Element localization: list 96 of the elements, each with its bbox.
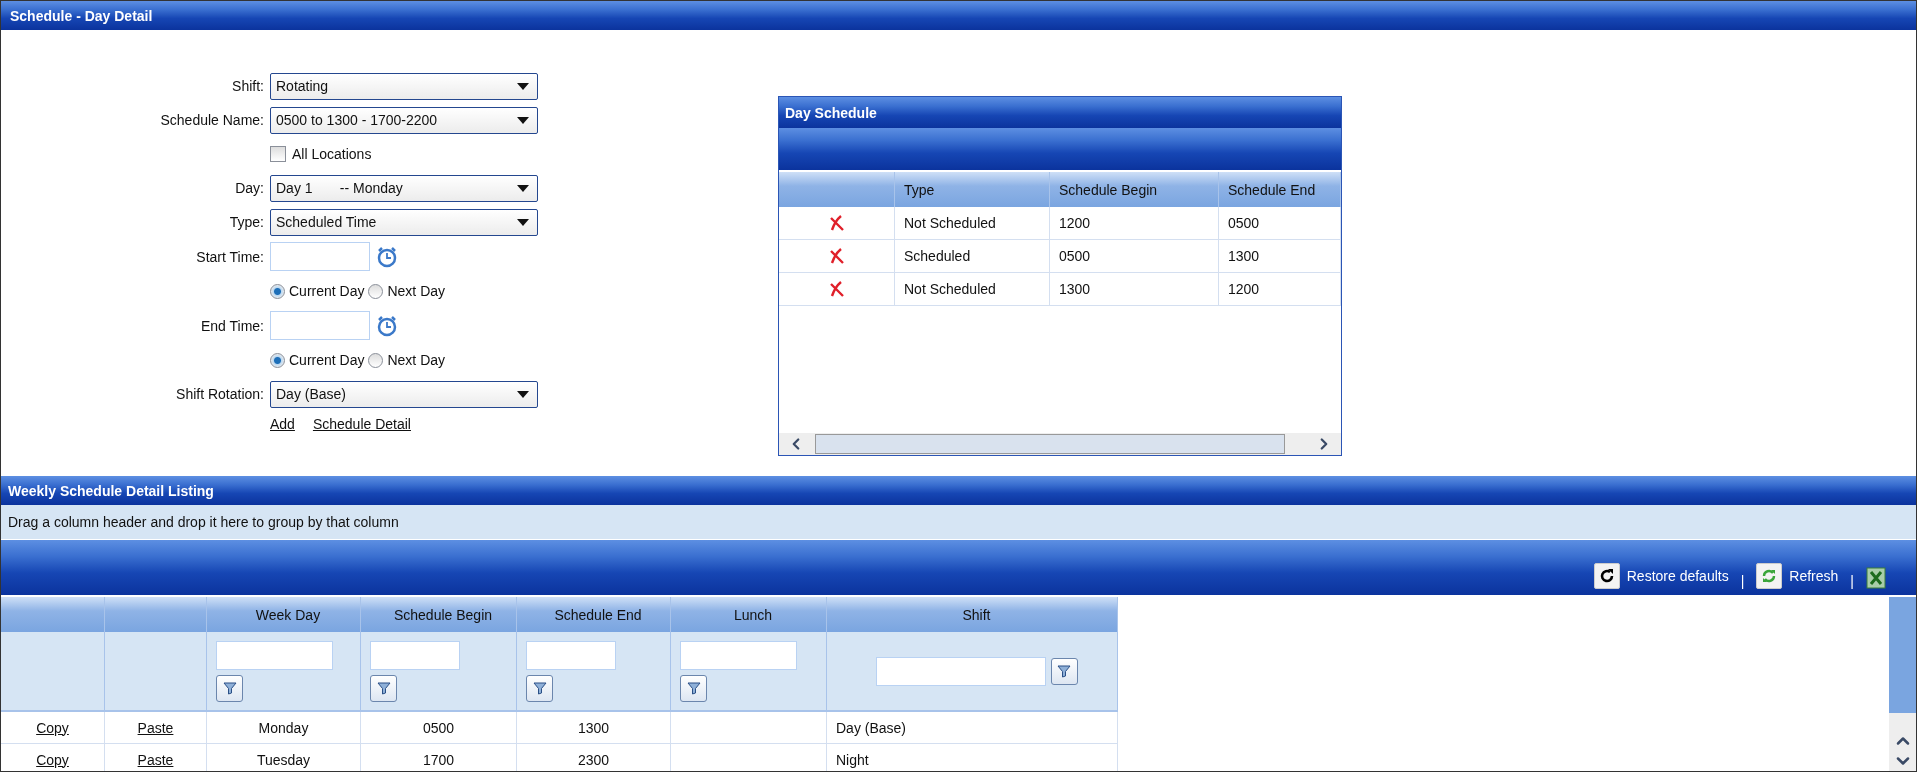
filter-icon [222,681,237,695]
radio-button[interactable] [270,352,285,368]
table-cell: 1300 [517,712,671,744]
field-label: Type: [228,214,264,230]
radio-button[interactable] [368,352,384,368]
table-cell: Day (Base) [827,712,1118,744]
filter-input[interactable] [875,656,1046,686]
filter-input[interactable] [216,640,333,670]
table-cell: Tuesday [207,744,361,771]
caret-icon [517,82,529,90]
alarm-clock-icon[interactable] [376,244,398,269]
table-cell: Not Scheduled [895,207,1050,240]
copy-link[interactable]: Copy [36,719,69,736]
filter-input[interactable] [370,640,460,670]
link[interactable]: Add [270,416,295,432]
delete-button[interactable] [828,281,845,297]
column-header[interactable]: Schedule Begin [361,597,517,632]
table-cell: Night [827,744,1118,771]
table-cell: 0500 [1219,207,1341,240]
column-header[interactable]: Schedule End [517,597,671,632]
panel-title: Day Schedule [779,97,1341,128]
filter-icon [686,681,701,695]
checkbox-label: All Locations [292,146,372,162]
caret-icon [517,390,529,398]
restore-defaults-button[interactable]: Restore defaults [1593,563,1729,589]
column-header[interactable]: Lunch [671,597,827,632]
table-cell: 0500 [361,712,517,744]
alarm-clock-icon[interactable] [376,313,398,338]
time-input[interactable] [270,311,370,340]
caret-icon [517,116,529,124]
dropdown[interactable]: Day (Base) [270,380,538,408]
filter-button[interactable] [216,674,243,702]
table-cell: 1300 [1219,240,1341,273]
filter-button[interactable] [1050,657,1078,685]
filter-button[interactable] [526,674,553,702]
dropdown[interactable]: Scheduled Time [270,208,538,236]
column-header[interactable]: Schedule End [1219,172,1341,207]
paste-link[interactable]: Paste [137,719,174,736]
table-cell: Monday [207,712,361,744]
refresh-button[interactable]: Refresh [1756,563,1839,589]
table-cell: 1200 [1050,207,1219,240]
table-cell: 2300 [517,744,671,771]
table-cell: 1200 [1219,273,1341,306]
filter-button[interactable] [680,674,707,702]
delete-button[interactable] [828,215,845,231]
radio-label: Next Day [387,352,446,368]
field-label: Shift: [231,78,264,94]
spreadsheet-export-icon[interactable] [1866,567,1886,589]
checkbox[interactable] [270,146,286,162]
horizontal-scrollbar[interactable] [779,433,1341,455]
window-title: Schedule - Day Detail [1,1,1916,30]
section-title: Weekly Schedule Detail Listing [1,476,1916,505]
radio-button[interactable] [368,283,384,299]
filter-icon [532,681,547,695]
table-cell: 0500 [1050,240,1219,273]
column-header[interactable]: Week Day [207,597,361,632]
field-label: Start Time: [195,248,264,265]
group-by-hint: Drag a column header and drop it here to group by that column [1,505,1916,540]
time-input[interactable] [270,242,370,271]
filter-icon [376,681,391,695]
caret-icon [517,184,529,192]
table-cell: 1700 [361,744,517,771]
filter-input[interactable] [680,640,797,670]
delete-icon [828,281,845,297]
filter-input[interactable] [526,640,616,670]
paste-link[interactable]: Paste [137,751,174,768]
caret-icon [517,218,529,226]
column-header[interactable]: Schedule Begin [1050,172,1219,207]
toolbar-separator: | [1849,573,1855,589]
link[interactable]: Schedule Detail [312,416,411,432]
radio-label: Current Day [289,352,365,368]
field-label: Day: [234,180,264,196]
table-cell: Not Scheduled [895,273,1050,306]
table-cell: 1300 [1050,273,1219,306]
vertical-scrollbar[interactable] [1889,597,1916,771]
filter-icon [1057,664,1071,678]
refresh-icon [1761,568,1778,584]
copy-link[interactable]: Copy [36,751,69,768]
dropdown[interactable]: Day 1 -- Monday [270,174,538,202]
radio-button[interactable] [270,283,285,299]
column-header[interactable]: Type [895,172,1050,207]
radio-label: Current Day [289,283,365,299]
delete-button[interactable] [828,248,845,264]
toolbar-separator: | [1739,573,1746,589]
delete-icon [828,215,845,231]
field-label: Shift Rotation: [175,386,264,402]
column-header[interactable]: Shift [827,597,1118,632]
filter-button[interactable] [370,674,397,702]
field-label: End Time: [199,317,264,334]
table-cell: Scheduled [895,240,1050,273]
radio-label: Next Day [387,283,446,299]
dropdown[interactable]: 0500 to 1300 - 1700-2200 [270,106,538,134]
scrollbar-thumb[interactable] [815,434,1285,454]
dropdown[interactable]: Rotating [270,72,538,100]
delete-icon [828,248,845,264]
field-label: Schedule Name: [159,112,264,128]
